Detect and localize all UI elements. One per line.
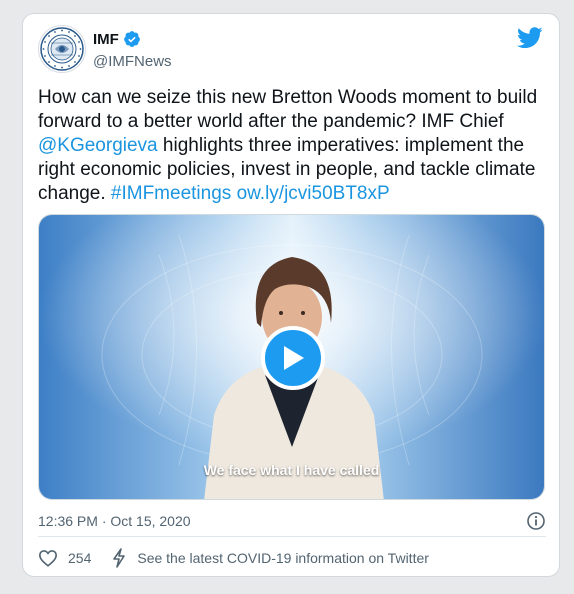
author-name[interactable]: IMF bbox=[93, 30, 141, 48]
info-icon[interactable] bbox=[526, 511, 546, 531]
video-player[interactable]: We face what I have called bbox=[38, 214, 545, 500]
heart-icon bbox=[38, 550, 58, 567]
like-button[interactable]: 254 bbox=[38, 549, 111, 567]
hashtag-link[interactable]: #IMFmeetings bbox=[111, 183, 231, 204]
video-caption: We face what I have called bbox=[203, 462, 380, 478]
imf-seal-logo bbox=[40, 27, 84, 71]
tweet-text-part1: How can we seize this new Bretton Woods … bbox=[38, 87, 538, 132]
url-link[interactable]: ow.ly/jcvi50BT8xP bbox=[237, 183, 390, 204]
avatar[interactable] bbox=[38, 25, 86, 73]
play-button[interactable] bbox=[261, 326, 325, 390]
play-icon bbox=[284, 346, 304, 370]
actions-row: 254 See the latest COVID-19 information … bbox=[38, 547, 546, 569]
author-handle[interactable]: @IMFNews bbox=[93, 53, 172, 70]
verified-badge-icon bbox=[123, 31, 140, 47]
lightning-icon bbox=[113, 548, 126, 568]
covid-info-text[interactable]: See the latest COVID-19 information on T… bbox=[137, 550, 429, 566]
covid-info-link[interactable]: See the latest COVID-19 information on T… bbox=[111, 548, 429, 568]
twitter-bird-icon[interactable] bbox=[517, 27, 543, 49]
timestamp-row: 12:36 PM · Oct 15, 2020 bbox=[38, 511, 546, 531]
author-block[interactable]: IMF @IMFNews bbox=[93, 30, 172, 70]
author-display-name[interactable]: IMF bbox=[93, 31, 119, 48]
mention-link[interactable]: @KGeorgieva bbox=[38, 135, 158, 156]
tweet-card[interactable]: IMF @IMFNews How can we seize this new B… bbox=[22, 13, 560, 577]
tweet-header: IMF @IMFNews bbox=[38, 25, 543, 77]
like-count: 254 bbox=[68, 550, 92, 566]
tweet-text: How can we seize this new Bretton Woods … bbox=[38, 86, 550, 206]
timestamp[interactable]: 12:36 PM · Oct 15, 2020 bbox=[38, 513, 191, 529]
divider bbox=[38, 536, 546, 537]
